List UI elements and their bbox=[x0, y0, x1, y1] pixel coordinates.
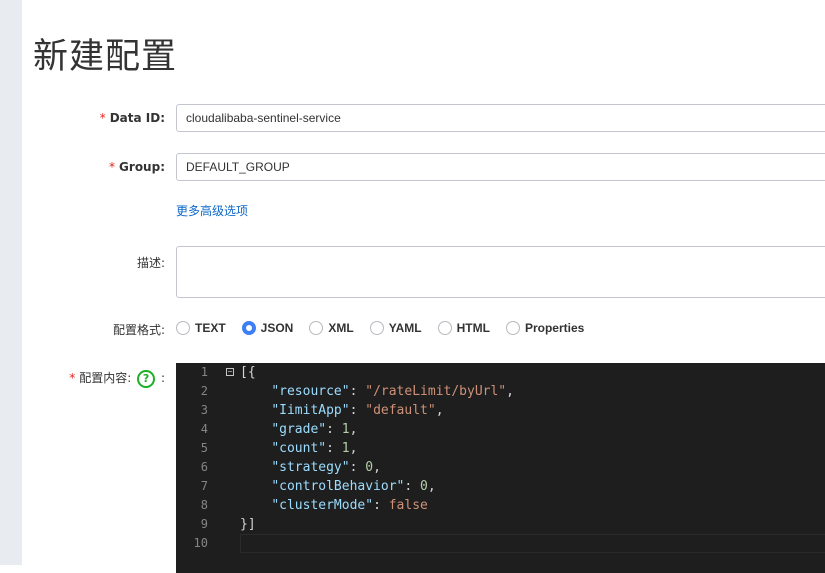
line-number: 5 bbox=[200, 441, 208, 455]
radio-circle-icon[interactable] bbox=[505, 321, 520, 335]
required-mark: * bbox=[109, 160, 116, 174]
code-token: , bbox=[435, 403, 444, 418]
code-token: , bbox=[427, 479, 436, 494]
line-number: 7 bbox=[200, 479, 208, 493]
code-token: "/rateLimit/byUrl" bbox=[365, 384, 507, 399]
code-token: : bbox=[373, 498, 389, 513]
code-token: , bbox=[506, 384, 514, 399]
code-token: 1 bbox=[341, 422, 350, 437]
code-token: "clusterMode" bbox=[271, 498, 374, 513]
question-circle-icon[interactable]: ? bbox=[137, 369, 156, 388]
config-content-label: * 配置内容: ? : bbox=[5, 369, 165, 388]
code-editor[interactable]: 1 2 3 4 5 6 7 8 9 10 − [{ "resource": "/rateLimit… bbox=[176, 363, 825, 573]
code-line: "clusterMode": false bbox=[240, 496, 428, 515]
data-id-input[interactable]: cloudalibaba-sentinel-service bbox=[176, 104, 825, 132]
page-title: 新建配置 bbox=[33, 37, 178, 77]
radio-circle-icon[interactable] bbox=[176, 321, 190, 335]
radio-circle-icon[interactable] bbox=[369, 321, 384, 335]
code-token: , bbox=[349, 441, 358, 456]
radio-xml[interactable]: XML bbox=[309, 321, 354, 335]
code-token: , bbox=[349, 422, 358, 437]
radio-yaml[interactable]: YAML bbox=[369, 321, 422, 335]
code-token: "controlBehavior" bbox=[271, 479, 405, 494]
code-token: : bbox=[326, 422, 342, 437]
code-token: "grade" bbox=[271, 422, 327, 437]
code-token: : bbox=[404, 479, 421, 494]
code-line: "grade": 1, bbox=[240, 420, 357, 439]
current-line-highlight bbox=[240, 534, 825, 553]
config-format-radio-group: TEXT JSON XML YAML HTML Properties bbox=[176, 319, 600, 337]
radio-label: YAML bbox=[388, 321, 422, 335]
line-number: 6 bbox=[200, 460, 208, 474]
code-token: 0 bbox=[420, 479, 428, 494]
line-number: 3 bbox=[200, 403, 208, 417]
code-token: 1 bbox=[341, 441, 350, 456]
data-id-label: * Data ID: bbox=[99, 111, 165, 125]
radio-label: TEXT bbox=[195, 321, 226, 335]
code-line: "count": 1, bbox=[240, 439, 357, 458]
line-number: 1 bbox=[200, 365, 208, 379]
radio-circle-icon[interactable] bbox=[309, 321, 324, 335]
required-mark: * bbox=[69, 371, 76, 385]
code-token: false bbox=[388, 498, 428, 513]
fold-toggle-icon[interactable]: − bbox=[226, 368, 234, 376]
code-token: "count" bbox=[271, 441, 327, 456]
description-textarea[interactable] bbox=[176, 246, 825, 298]
line-number: 9 bbox=[200, 517, 208, 531]
line-number: 4 bbox=[200, 422, 208, 436]
description-label: 描述: bbox=[136, 256, 165, 270]
code-line: "resource": "/rateLimit/byUrl", bbox=[240, 382, 514, 401]
radio-html[interactable]: HTML bbox=[437, 321, 490, 335]
radio-label: HTML bbox=[456, 321, 490, 335]
code-token: "IimitApp" bbox=[271, 403, 350, 418]
line-number: 10 bbox=[193, 536, 208, 550]
config-format-label: 配置格式: bbox=[112, 323, 165, 337]
code-line: "IimitApp": "default", bbox=[240, 401, 444, 420]
code-line: }] bbox=[240, 515, 256, 534]
editor-gutter: 1 2 3 4 5 6 7 8 9 10 bbox=[176, 363, 216, 573]
radio-label: Properties bbox=[524, 321, 585, 335]
code-token: 0 bbox=[365, 460, 374, 475]
code-token: : bbox=[349, 403, 366, 418]
left-sidebar-strip bbox=[0, 0, 22, 565]
radio-circle-icon[interactable] bbox=[241, 321, 256, 335]
radio-label: XML bbox=[328, 321, 354, 335]
code-line: "controlBehavior": 0, bbox=[240, 477, 436, 496]
radio-json[interactable]: JSON bbox=[241, 321, 294, 335]
code-token: : bbox=[326, 441, 342, 456]
group-label: * Group: bbox=[109, 160, 165, 174]
code-token: : bbox=[349, 460, 366, 475]
more-advanced-options-link[interactable]: 更多高级选项 bbox=[176, 202, 248, 219]
code-token: "resource" bbox=[271, 384, 350, 399]
radio-properties[interactable]: Properties bbox=[505, 321, 585, 335]
code-token: }] bbox=[240, 517, 256, 532]
line-number: 8 bbox=[200, 498, 208, 512]
code-line: "strategy": 0, bbox=[240, 458, 381, 477]
code-line: [{ bbox=[240, 363, 256, 382]
radio-circle-icon[interactable] bbox=[437, 321, 452, 335]
required-mark: * bbox=[99, 111, 106, 125]
code-token: : bbox=[349, 384, 366, 399]
code-token: , bbox=[373, 460, 381, 475]
code-token: "strategy" bbox=[271, 460, 350, 475]
code-token: "default" bbox=[365, 403, 436, 418]
radio-label: JSON bbox=[260, 321, 294, 335]
line-number: 2 bbox=[200, 384, 208, 398]
radio-text[interactable]: TEXT bbox=[176, 321, 226, 335]
group-input[interactable]: DEFAULT_GROUP bbox=[176, 153, 825, 181]
code-token: [{ bbox=[240, 365, 256, 380]
